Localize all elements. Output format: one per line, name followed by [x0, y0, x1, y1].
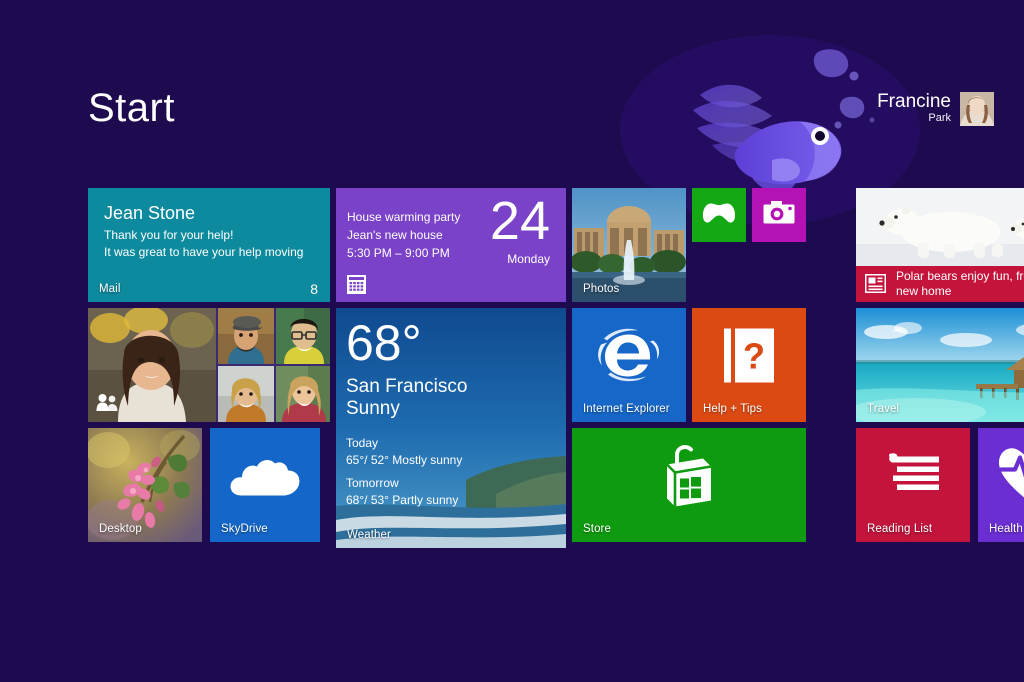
- weather-today-label: Today: [346, 436, 379, 450]
- user-name: Francine Park: [877, 92, 951, 126]
- calendar-event-title: House warming party: [347, 210, 461, 224]
- tile-health-fitness[interactable]: Health &: [978, 428, 1024, 542]
- news-article-icon: [864, 273, 887, 298]
- mail-preview: It was great to have your help moving: [104, 245, 304, 259]
- news-headline: Polar bears enjoy fun, freedom in their …: [896, 269, 1024, 298]
- mail-unread-badge: 8: [310, 281, 318, 297]
- people-photo-4: [218, 366, 274, 422]
- tile-desktop[interactable]: Desktop: [88, 428, 202, 542]
- tile-label: Internet Explorer: [583, 403, 670, 415]
- news-caption-bar: Polar bears enjoy fun, freedom in their …: [856, 266, 1024, 302]
- help-book-icon: ?: [724, 328, 774, 388]
- tile-calendar[interactable]: House warming party Jean's new house 5:3…: [336, 188, 566, 302]
- mail-sender: Jean Stone: [104, 203, 196, 223]
- tile-help-tips[interactable]: ? Help + Tips: [692, 308, 806, 422]
- tile-reading-list[interactable]: Reading List: [856, 428, 970, 542]
- weather-tomorrow-forecast: 68°/ 53° Partly sunny: [346, 493, 459, 507]
- polar-bears-photo: [856, 188, 1024, 266]
- user-first-name: Francine: [877, 91, 951, 113]
- tile-label: Weather: [347, 529, 391, 541]
- people-photo-2: [218, 308, 274, 364]
- tile-label: SkyDrive: [221, 523, 268, 535]
- xbox-controller-icon: [702, 201, 736, 230]
- weather-condition: Sunny: [346, 398, 400, 419]
- tile-travel[interactable]: Travel: [856, 308, 1024, 422]
- people-photo-5: [276, 366, 330, 422]
- calendar-event-location: Jean's new house: [347, 228, 443, 242]
- calendar-event-time: 5:30 PM – 9:00 PM: [347, 246, 450, 260]
- tile-label: Photos: [583, 283, 620, 295]
- internet-explorer-icon: [596, 327, 662, 390]
- tile-camera[interactable]: [752, 188, 806, 242]
- shopping-bag-windows-icon: [653, 441, 725, 518]
- svg-text:?: ?: [743, 336, 765, 377]
- page-title: Start: [88, 86, 175, 130]
- tile-games[interactable]: [692, 188, 746, 242]
- tile-grid: Jean Stone Thank you for your help! It w…: [88, 188, 1024, 548]
- weather-temperature: 68°: [346, 315, 422, 371]
- tile-label: Health &: [989, 523, 1024, 535]
- weather-tomorrow-label: Tomorrow: [346, 476, 399, 490]
- tile-mail[interactable]: Jean Stone Thank you for your help! It w…: [88, 188, 330, 302]
- tile-label: Help + Tips: [703, 403, 762, 415]
- camera-icon: [763, 201, 795, 230]
- tile-label: Mail: [99, 283, 121, 295]
- tile-store[interactable]: Store: [572, 428, 806, 542]
- tile-label: Travel: [867, 403, 900, 415]
- tile-internet-explorer[interactable]: Internet Explorer: [572, 308, 686, 422]
- tile-photos[interactable]: Photos: [572, 188, 686, 302]
- tile-weather[interactable]: 68° San Francisco Sunny Today 65°/ 52° M…: [336, 308, 566, 548]
- mail-subject: Thank you for your help!: [104, 228, 234, 242]
- tile-label: Desktop: [99, 523, 142, 535]
- tile-skydrive[interactable]: SkyDrive: [210, 428, 320, 542]
- reading-list-icon: [885, 451, 941, 500]
- tile-label: Store: [583, 523, 611, 535]
- avatar[interactable]: [960, 92, 994, 126]
- calendar-day-number: 24: [489, 191, 550, 251]
- user-last-name: Park: [928, 112, 951, 125]
- calendar-icon: [347, 275, 366, 294]
- tile-news[interactable]: Polar bears enjoy fun, freedom in their …: [856, 188, 1024, 302]
- weather-city: San Francisco: [346, 376, 468, 397]
- tile-people[interactable]: [88, 308, 330, 422]
- people-photo-3: [276, 308, 330, 364]
- weather-today-forecast: 65°/ 52° Mostly sunny: [346, 453, 463, 467]
- heartbeat-icon: [997, 443, 1024, 508]
- people-icon: [96, 393, 118, 416]
- calendar-day-name: Monday: [507, 252, 550, 266]
- tile-label: Reading List: [867, 523, 933, 535]
- user-account-tile[interactable]: Francine Park: [877, 92, 994, 126]
- cloud-icon: [229, 454, 301, 503]
